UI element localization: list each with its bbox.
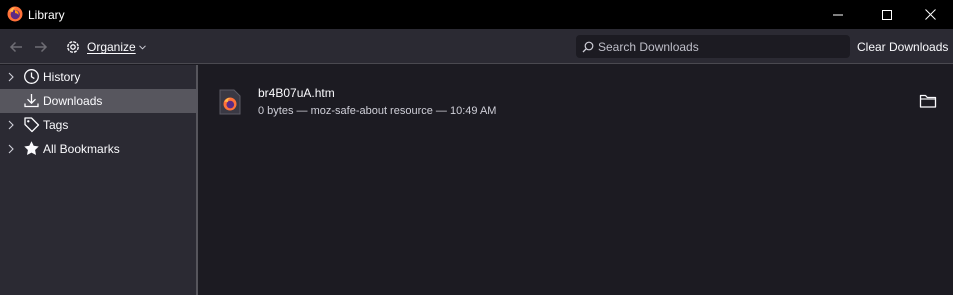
tag-icon	[24, 117, 40, 133]
chevron-right-icon[interactable]	[7, 144, 15, 154]
minimize-button[interactable]	[815, 0, 861, 29]
sidebar-item-history[interactable]: History	[0, 65, 198, 89]
gear-icon	[67, 41, 79, 53]
star-icon	[24, 141, 39, 155]
title-bar: Library	[0, 0, 953, 29]
maximize-button[interactable]	[864, 0, 910, 29]
sidebar-item-label: History	[43, 70, 81, 84]
sidebar-item-label: Tags	[43, 118, 69, 132]
maximize-icon	[882, 9, 892, 20]
close-button[interactable]	[907, 0, 953, 29]
minimize-icon	[833, 14, 843, 15]
download-file-name: br4B07uA.htm	[258, 86, 335, 100]
chevron-right-icon[interactable]	[7, 120, 15, 130]
clock-icon	[24, 69, 39, 84]
download-icon	[24, 94, 39, 108]
sidebar-item-downloads[interactable]: Downloads	[0, 89, 198, 113]
folder-icon[interactable]	[919, 93, 937, 109]
back-button[interactable]	[6, 37, 26, 57]
chevron-down-icon	[138, 44, 146, 50]
search-box[interactable]	[576, 35, 850, 58]
clear-downloads-button[interactable]: Clear Downloads	[857, 40, 948, 54]
search-input[interactable]	[598, 39, 838, 54]
forward-button[interactable]	[31, 37, 51, 57]
sidebar-item-tags[interactable]: Tags	[0, 113, 198, 137]
downloads-list: br4B07uA.htm 0 bytes — moz-safe-about re…	[200, 65, 953, 295]
chevron-right-icon[interactable]	[7, 72, 15, 82]
firefox-file-icon	[219, 89, 241, 115]
back-arrow-icon	[9, 41, 22, 53]
list-item[interactable]: br4B07uA.htm 0 bytes — moz-safe-about re…	[200, 79, 953, 123]
firefox-icon	[7, 6, 23, 22]
toolbar: Organize Clear Downloads	[0, 29, 953, 64]
search-icon	[582, 41, 594, 52]
sidebar-item-all-bookmarks[interactable]: All Bookmarks	[0, 137, 198, 161]
sidebar-item-label: Downloads	[43, 94, 103, 108]
window-title: Library	[28, 8, 65, 22]
organize-label: Organize	[87, 40, 136, 54]
sidebar: History Downloads Tags All Bookmarks	[0, 65, 198, 295]
close-icon	[924, 9, 936, 20]
organize-menu-button[interactable]: Organize	[64, 37, 146, 57]
download-status: 0 bytes — moz-safe-about resource — 10:4…	[258, 105, 497, 117]
sidebar-item-label: All Bookmarks	[43, 142, 120, 156]
forward-arrow-icon	[35, 41, 48, 53]
